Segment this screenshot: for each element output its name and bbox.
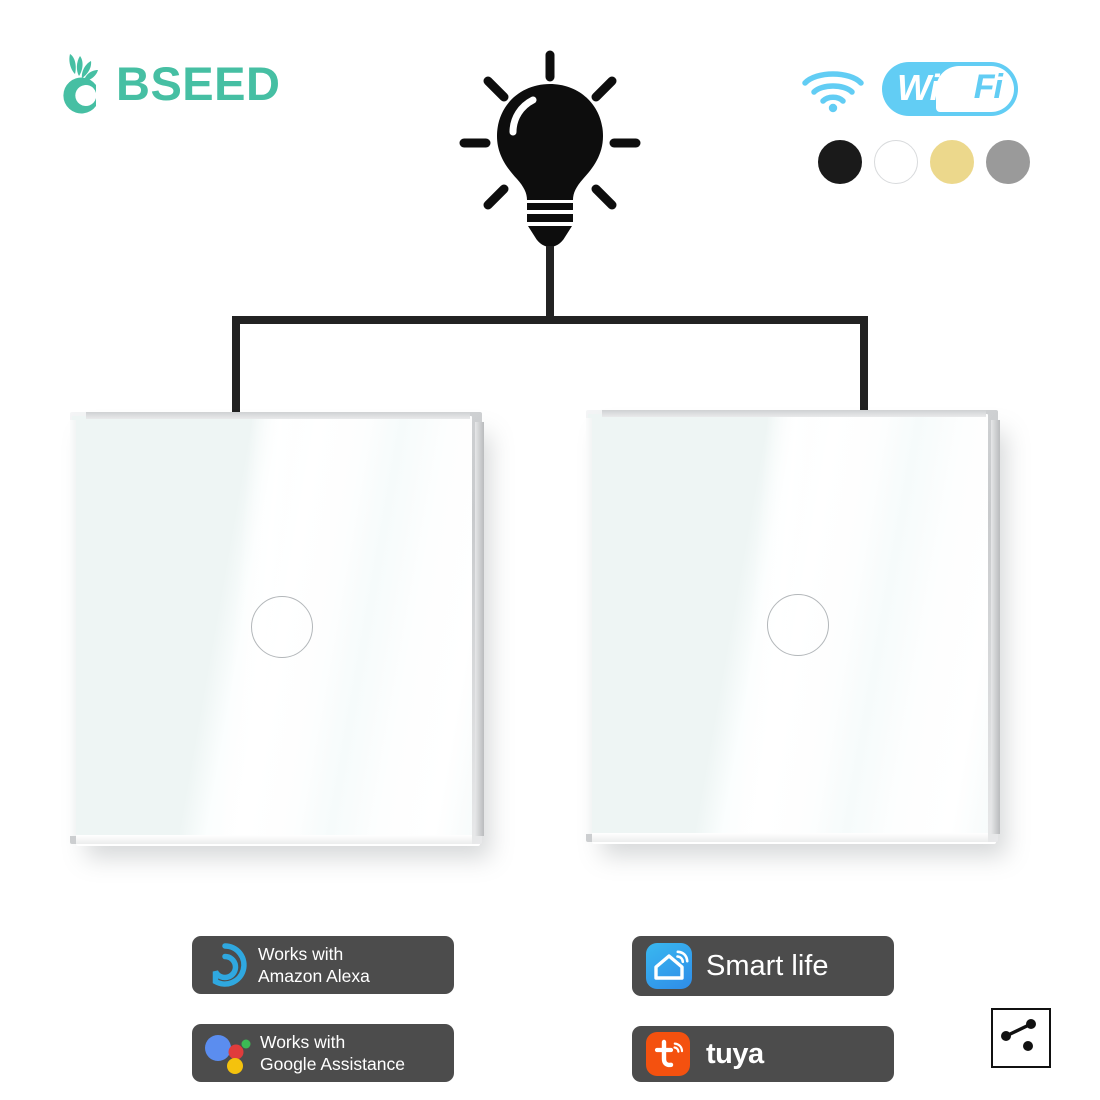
product-image-canvas: BSEED Wi Fi Works with Amazon Alexa Work… bbox=[0, 0, 1100, 1100]
color-option-swatches bbox=[818, 140, 1030, 184]
compat-badge-smart-life: Smart life bbox=[632, 936, 894, 996]
tuya-icon bbox=[646, 1032, 690, 1076]
badge-icon-slot bbox=[646, 1032, 690, 1076]
color-swatch-white[interactable] bbox=[874, 140, 918, 184]
two-way-switch-symbol bbox=[991, 1008, 1051, 1068]
compat-badge-tuya: tuya bbox=[632, 1026, 894, 1082]
wifi-wordmark-badge: Wi Fi bbox=[882, 62, 1018, 116]
panel-top-edge bbox=[86, 412, 470, 419]
panel-bottom-edge bbox=[592, 833, 988, 842]
amazon-alexa-icon bbox=[212, 943, 247, 987]
compat-badge-google-assistant: Works with Google Assistance bbox=[192, 1024, 454, 1082]
touch-button-right[interactable] bbox=[767, 594, 829, 656]
wifi-fi-text: Fi bbox=[973, 68, 1003, 106]
switch-panel-left[interactable] bbox=[62, 400, 492, 852]
badge-icon-slot bbox=[202, 942, 248, 988]
touch-button-left[interactable] bbox=[251, 596, 313, 658]
badge-icon-slot bbox=[646, 943, 692, 989]
panel-top-edge bbox=[602, 410, 986, 417]
color-swatch-grey[interactable] bbox=[986, 140, 1030, 184]
panel-bottom-edge bbox=[76, 835, 472, 844]
compat-badge-label: tuya bbox=[706, 1037, 764, 1070]
smart-life-house-glyph bbox=[654, 950, 689, 980]
badge-icon-slot bbox=[202, 1030, 252, 1076]
compat-badge-label: Works with Google Assistance bbox=[260, 1031, 405, 1074]
color-swatch-gold[interactable] bbox=[930, 140, 974, 184]
wifi-signal-icon bbox=[802, 71, 864, 113]
connectivity-cluster: Wi Fi bbox=[800, 58, 1030, 184]
smart-life-icon bbox=[646, 943, 692, 989]
color-swatch-black[interactable] bbox=[818, 140, 862, 184]
compat-badge-label: Smart life bbox=[706, 949, 829, 982]
panel-left-edge bbox=[586, 418, 592, 834]
wifi-wi-text: Wi bbox=[897, 67, 940, 108]
panel-right-edge bbox=[991, 420, 1000, 834]
compat-badge-amazon-alexa: Works with Amazon Alexa bbox=[192, 936, 454, 994]
google-assistant-icon bbox=[205, 1035, 251, 1074]
switch-panel-right[interactable] bbox=[578, 398, 1008, 850]
two-way-switch-glyph bbox=[1001, 1019, 1036, 1051]
panel-left-edge bbox=[70, 420, 76, 836]
compat-badge-label: Works with Amazon Alexa bbox=[258, 943, 370, 986]
tuya-t-glyph bbox=[654, 1039, 684, 1068]
panel-right-edge bbox=[475, 422, 484, 836]
